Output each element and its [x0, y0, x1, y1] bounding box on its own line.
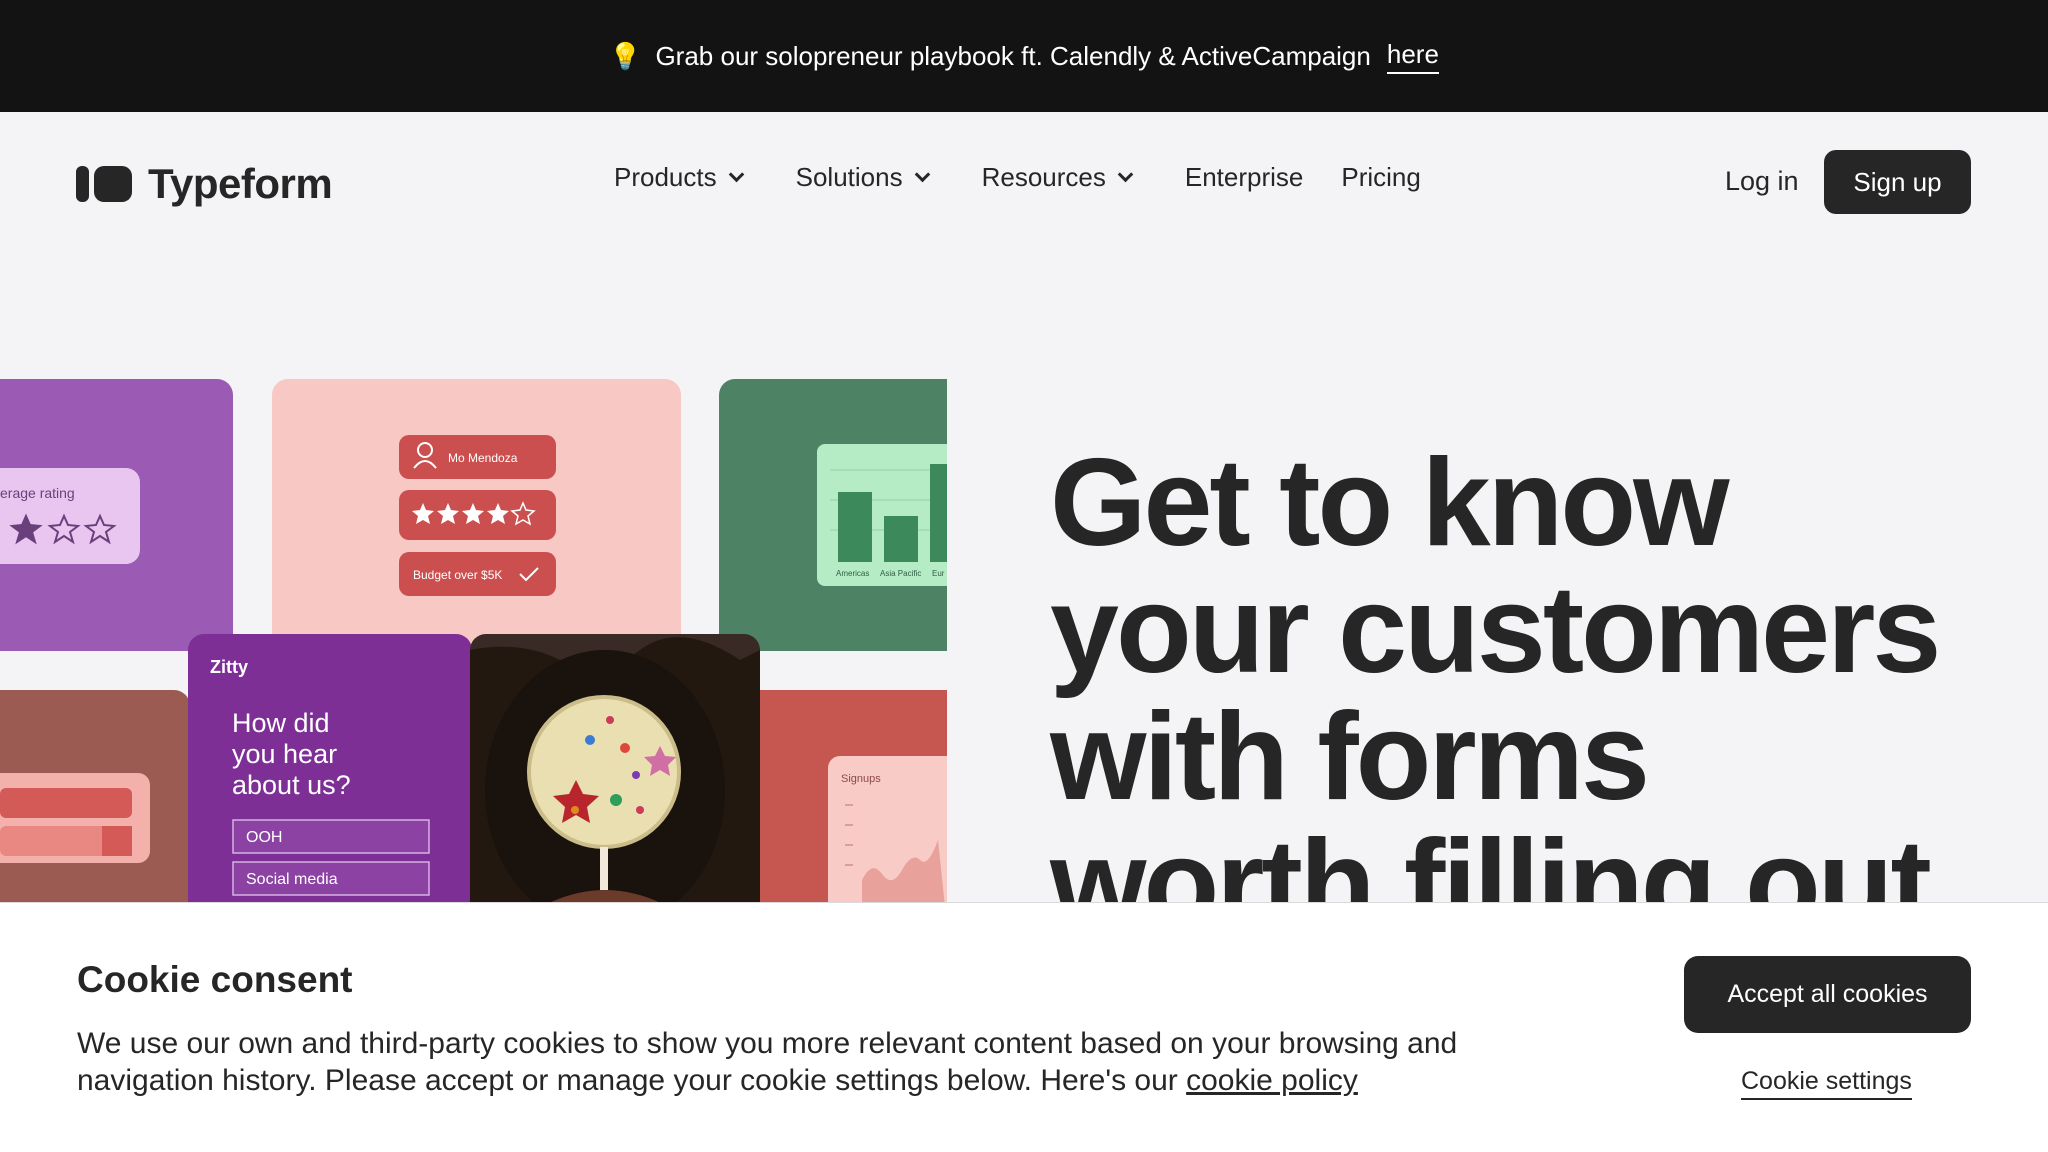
nav-solutions[interactable]: Solutions: [795, 162, 930, 193]
signup-button[interactable]: Sign up: [1824, 150, 1971, 214]
nav-label: Resources: [981, 162, 1106, 192]
form-option: OOH: [246, 829, 282, 846]
profile-name: Mo Mendoza: [448, 451, 518, 465]
form-card: Zitty How did you hear about us? OOH Soc…: [188, 634, 472, 902]
nav-label: Pricing: [1341, 162, 1421, 192]
signups-card: Signups: [740, 690, 947, 902]
chevron-down-icon: [1117, 166, 1134, 183]
form-question-line-1: How did: [232, 708, 330, 738]
hero-title-line: worth filling out: [1050, 815, 1932, 903]
announcement-text: Grab our solopreneur playbook ft. Calend…: [655, 40, 1371, 71]
hero-collage: erage rating Mo Mendoza Budget over $5K …: [0, 360, 947, 902]
rating-card-label: erage rating: [0, 485, 75, 501]
hero-title-line: Get to know: [1050, 434, 1730, 572]
cookie-text: We use our own and third-party cookies t…: [77, 1025, 1507, 1099]
photo-card: [470, 634, 760, 902]
nav-enterprise[interactable]: Enterprise: [1185, 162, 1304, 193]
hero-title-line: with forms: [1050, 688, 1650, 826]
site-header: Typeform Products Solutions Resources En…: [0, 112, 2048, 252]
brand-logo[interactable]: Typeform: [76, 160, 333, 208]
rating-card: erage rating: [0, 379, 233, 651]
nav-pricing[interactable]: Pricing: [1341, 162, 1420, 193]
chart-label: Asia Pacific: [880, 569, 921, 578]
brand-name: Typeform: [148, 160, 333, 207]
login-link[interactable]: Log in: [1725, 166, 1799, 197]
nav-resources[interactable]: Resources: [981, 162, 1134, 193]
nav-label: Solutions: [795, 162, 903, 192]
profile-card: Mo Mendoza Budget over $5K: [272, 379, 681, 651]
chevron-down-icon: [728, 166, 744, 183]
progress-card: [0, 690, 190, 902]
lightbulb-icon: 💡: [609, 40, 642, 71]
cookie-policy-link[interactable]: cookie policy: [1186, 1064, 1358, 1097]
chart-bar-asia-pacific: [884, 516, 918, 562]
hero-title-region: Get to know your customers with forms wo…: [1000, 420, 2048, 903]
form-option: Social media: [246, 871, 338, 888]
chart-card: Americas Asia Pacific Eur: [719, 379, 947, 651]
announcement-bar: 💡 Grab our solopreneur playbook ft. Cale…: [0, 0, 2048, 112]
form-question-line-3: about us?: [232, 770, 351, 800]
cookie-settings-link[interactable]: Cookie settings: [1741, 1067, 1912, 1100]
nav-products[interactable]: Products: [614, 162, 744, 193]
form-question-line-2: you hear: [232, 739, 337, 769]
cookie-title: Cookie consent: [77, 959, 353, 1000]
main-nav: Products Solutions Resources Enterprise …: [614, 162, 1421, 193]
budget-label: Budget over $5K: [413, 568, 502, 582]
cookie-banner: Cookie consent We use our own and third-…: [0, 902, 2048, 1152]
chart-label: Americas: [836, 569, 869, 578]
nav-label: Products: [614, 162, 717, 192]
announcement-link[interactable]: here: [1386, 39, 1439, 74]
chart-label: Eur: [932, 569, 945, 578]
hero-title: Get to know your customers with forms wo…: [1050, 434, 1950, 903]
accept-all-cookies-button[interactable]: Accept all cookies: [1684, 956, 1971, 1033]
chart-bar-americas: [838, 492, 872, 562]
typeform-logo-icon: [76, 166, 132, 202]
chart-bar-europe: [930, 464, 947, 562]
signups-label: Signups: [841, 773, 881, 785]
form-brand: Zitty: [210, 657, 248, 677]
hero-title-line: your customers: [1050, 561, 1941, 699]
chevron-down-icon: [914, 166, 930, 183]
nav-label: Enterprise: [1184, 162, 1304, 192]
